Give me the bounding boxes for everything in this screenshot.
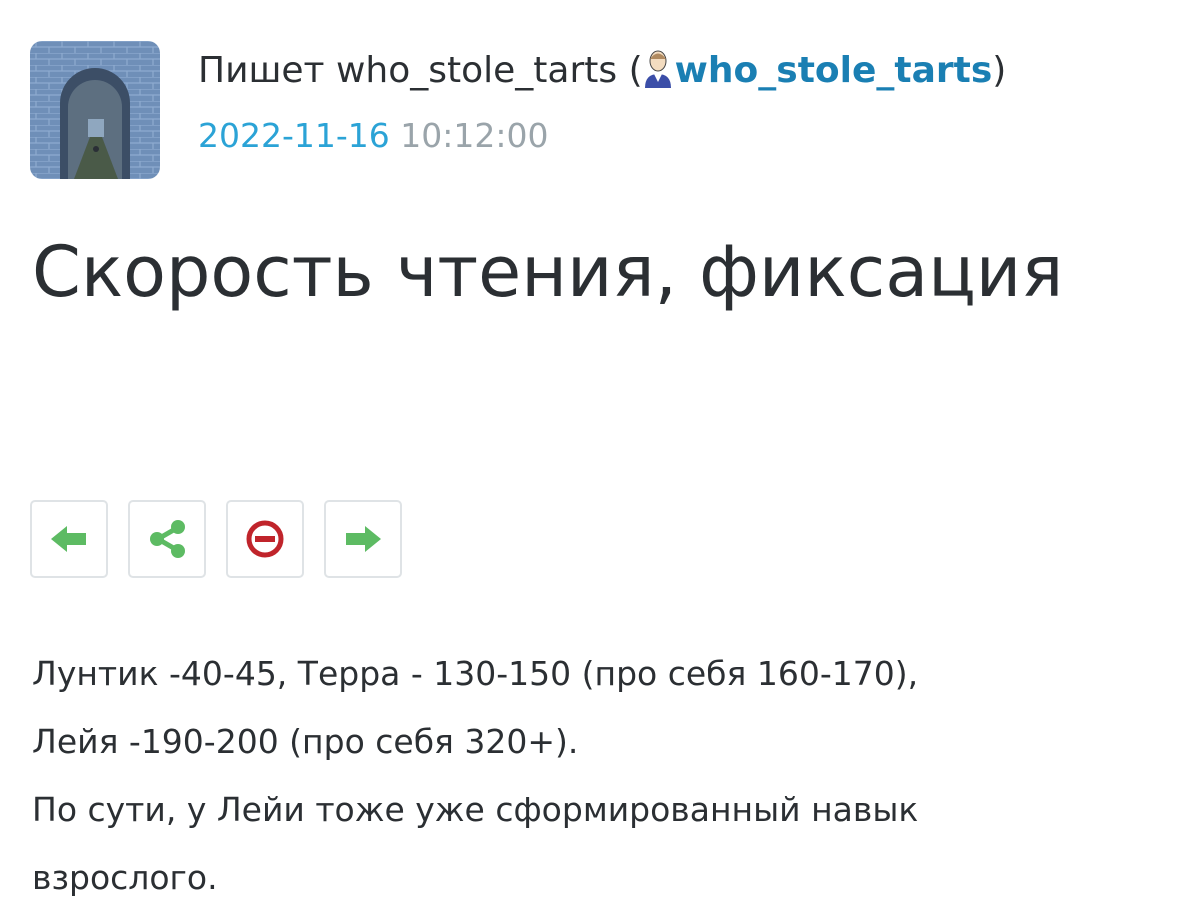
author-line: Пишет who_stole_tarts ( who_stole_tarts): [198, 46, 1006, 96]
post-meta: 2022-11-16 10:12:00: [198, 112, 549, 160]
share-icon: [150, 520, 185, 558]
body-line: По сути, у Лейи тоже уже сформированный …: [32, 790, 919, 829]
body-line: Лунтик -40-45, Терра - 130-150 (про себя…: [32, 654, 919, 693]
author-prefix: Пишет who_stole_tarts (: [198, 50, 643, 91]
no-entry-icon: [246, 520, 284, 558]
body-line: взрослого.: [32, 858, 218, 897]
author-username-link[interactable]: who_stole_tarts: [675, 50, 993, 91]
post-time: 10:12:00: [400, 116, 549, 155]
arrow-right-icon: [346, 526, 381, 552]
share-button[interactable]: [128, 500, 206, 578]
user-icon[interactable]: [643, 48, 673, 88]
post-date-link[interactable]: 2022-11-16: [198, 116, 390, 155]
block-button[interactable]: [226, 500, 304, 578]
avatar[interactable]: [30, 41, 160, 179]
avatar-image: [30, 41, 160, 179]
body-line: Лейя -190-200 (про себя 320+).: [32, 722, 579, 761]
prev-entry-button[interactable]: [30, 500, 108, 578]
post-title: Скорость чтения, фиксация: [32, 231, 1064, 313]
post-actions: [30, 500, 402, 578]
next-entry-button[interactable]: [324, 500, 402, 578]
author-suffix: ): [992, 50, 1007, 91]
post-body: Лунтик -40-45, Терра - 130-150 (про себя…: [32, 640, 1172, 912]
arrow-left-icon: [51, 526, 86, 552]
